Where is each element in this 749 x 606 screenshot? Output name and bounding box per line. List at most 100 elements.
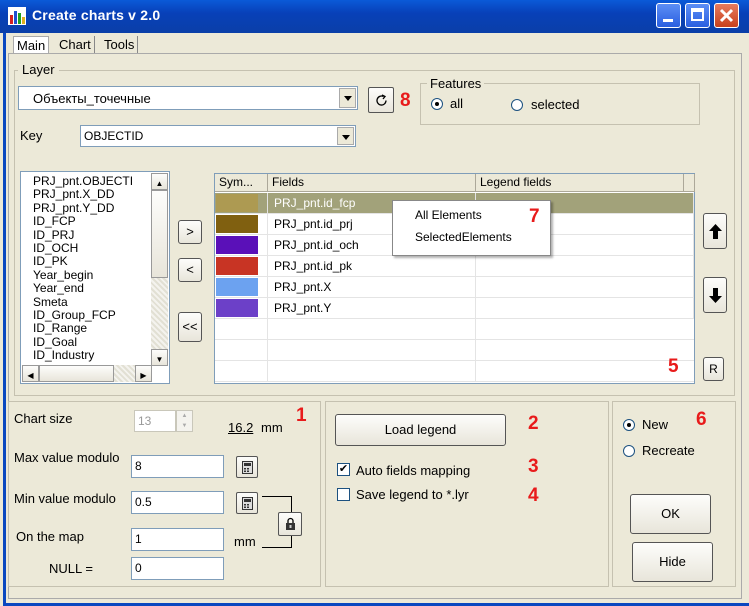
minimize-icon <box>663 19 673 22</box>
layer-group-label: Layer <box>18 62 59 77</box>
remove-field-button[interactable]: < <box>178 258 202 282</box>
lock-icon <box>286 517 295 530</box>
field-cell[interactable]: PRJ_pnt.id_pk <box>268 256 476 277</box>
horizontal-scrollbar[interactable]: ◀ ▶ <box>22 365 152 382</box>
remove-all-fields-button[interactable]: << <box>178 312 202 342</box>
legend-field-cell[interactable] <box>476 256 694 277</box>
scroll-down-button[interactable]: ▼ <box>151 349 168 366</box>
grid-line <box>475 340 476 361</box>
fields-list-item[interactable]: Year_end <box>33 281 153 295</box>
symbol-cell[interactable] <box>215 214 268 235</box>
grid-line <box>267 340 268 361</box>
fields-list-item[interactable]: ID_Range <box>33 322 153 336</box>
symbol-cell[interactable] <box>215 256 268 277</box>
fields-list-item[interactable]: Smeta <box>33 295 153 309</box>
annotation-5: 5 <box>668 356 679 377</box>
refresh-button[interactable] <box>368 87 394 113</box>
refresh-icon <box>376 94 387 106</box>
features-all-radio[interactable] <box>431 98 443 110</box>
tab-main[interactable]: Main <box>13 36 50 54</box>
fields-list-item[interactable]: PRJ_pnt.OBJECTI <box>33 175 153 188</box>
key-select[interactable]: OBJECTID <box>80 125 356 147</box>
fields-list-item[interactable]: ID_Industry <box>33 348 153 362</box>
close-button[interactable] <box>714 3 739 28</box>
scroll-right-button[interactable]: ▶ <box>135 365 152 382</box>
close-icon <box>719 8 734 23</box>
menu-item-all-elements[interactable]: All Elements <box>415 208 482 222</box>
hscroll-thumb[interactable] <box>39 365 114 382</box>
symbol-cell[interactable] <box>215 235 268 256</box>
max-value-label: Max value modulo <box>14 450 120 465</box>
min-value-input[interactable]: 0.5 <box>131 491 224 514</box>
r-button[interactable]: R <box>703 357 724 381</box>
layer-select-value: Объекты_точечные <box>33 91 151 106</box>
context-menu: All Elements SelectedElements <box>392 200 551 256</box>
layer-select[interactable]: Объекты_точечные <box>18 86 358 110</box>
hide-button[interactable]: Hide <box>632 542 713 582</box>
fields-list-item[interactable]: ID_Goal <box>33 335 153 349</box>
grid-row[interactable]: PRJ_pnt.X <box>215 277 694 298</box>
min-value-calculator-button[interactable] <box>236 492 258 514</box>
symbol-cell[interactable] <box>215 277 268 298</box>
legend-field-cell[interactable] <box>476 298 694 319</box>
new-radio[interactable] <box>623 419 635 431</box>
scroll-thumb[interactable] <box>151 190 168 278</box>
grid-header-fields[interactable]: Fields <box>268 174 476 192</box>
tab-chart[interactable]: Chart <box>56 36 95 53</box>
load-legend-button[interactable]: Load legend <box>335 414 506 446</box>
app-icon <box>8 7 26 25</box>
move-up-button[interactable] <box>703 213 727 249</box>
vertical-scrollbar[interactable]: ▲ ▼ <box>151 173 168 366</box>
grid-line <box>475 361 476 382</box>
symbol-swatch <box>216 299 258 317</box>
on-the-map-input[interactable]: 1 <box>131 528 224 551</box>
annotation-6: 6 <box>696 409 707 430</box>
fields-list-item[interactable]: ID_FCP <box>33 214 153 228</box>
scroll-left-button[interactable]: ◀ <box>22 365 39 382</box>
grid-row[interactable]: PRJ_pnt.id_pk <box>215 256 694 277</box>
fields-list-item[interactable]: ID_PRJ <box>33 228 153 242</box>
fields-list-item[interactable]: ID_Group_FCP <box>33 308 153 322</box>
grid-row[interactable]: PRJ_pnt.Y <box>215 298 694 319</box>
annotation-8: 8 <box>400 90 411 111</box>
add-field-button[interactable]: > <box>178 220 202 244</box>
maximize-button[interactable] <box>685 3 710 28</box>
save-legend-checkbox[interactable] <box>337 488 350 501</box>
new-label: New <box>642 417 669 432</box>
fields-list-item[interactable]: PRJ_pnt.X_DD <box>33 187 153 201</box>
fields-list-item[interactable]: PRJ_pnt.Y_DD <box>33 201 153 215</box>
grid-header-symbol[interactable]: Sym... <box>215 174 268 192</box>
max-value-input[interactable]: 8 <box>131 455 224 478</box>
scroll-up-button[interactable]: ▲ <box>151 173 168 190</box>
menu-item-selected-elements[interactable]: SelectedElements <box>415 230 512 244</box>
save-legend-label: Save legend to *.lyr <box>356 487 469 502</box>
symbol-swatch <box>216 257 258 275</box>
fields-list[interactable]: PRJ_pnt.OBJECTI PRJ_pnt.X_DD PRJ_pnt.Y_DD I… <box>20 171 170 384</box>
null-value-input[interactable]: 0 <box>131 557 224 580</box>
chart-size-spinner[interactable]: ▲ ▼ <box>176 410 193 432</box>
grid-header-legend-fields[interactable]: Legend fields <box>476 174 684 192</box>
symbol-cell[interactable] <box>215 193 268 214</box>
grid-empty-row <box>215 319 694 340</box>
fields-list-item[interactable]: ID_OCH <box>33 241 153 255</box>
features-all-label: all <box>450 96 464 111</box>
auto-fields-mapping-checkbox[interactable]: ✔ <box>337 463 350 476</box>
fields-list-item[interactable]: ID_PK <box>33 255 153 269</box>
chart-size-input[interactable]: 13 <box>134 410 176 432</box>
recreate-radio[interactable] <box>623 445 635 457</box>
legend-field-cell[interactable] <box>476 277 694 298</box>
field-cell[interactable]: PRJ_pnt.X <box>268 277 476 298</box>
annotation-1: 1 <box>296 405 307 426</box>
fields-list-item[interactable]: Year_begin <box>33 268 153 282</box>
lock-ratio-button[interactable] <box>278 512 302 536</box>
chevron-down-icon[interactable] <box>339 88 356 108</box>
features-selected-radio[interactable] <box>511 99 523 111</box>
tab-tools[interactable]: Tools <box>101 36 139 53</box>
ok-button[interactable]: OK <box>630 494 711 534</box>
max-value-calculator-button[interactable] <box>236 456 258 478</box>
symbol-cell[interactable] <box>215 298 268 319</box>
chevron-down-icon[interactable] <box>337 127 354 145</box>
minimize-button[interactable] <box>656 3 681 28</box>
field-cell[interactable]: PRJ_pnt.Y <box>268 298 476 319</box>
move-down-button[interactable] <box>703 277 727 313</box>
